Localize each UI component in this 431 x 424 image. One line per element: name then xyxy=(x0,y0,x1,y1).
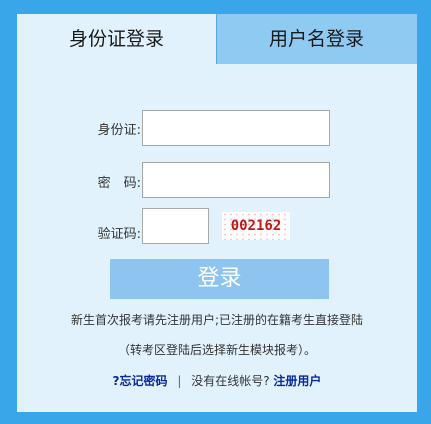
password-label: 密 码: xyxy=(97,176,141,191)
forgot-password-link[interactable]: ?忘记密码 xyxy=(113,374,168,388)
captcha-text: 002162 xyxy=(230,218,282,234)
link-separator: | xyxy=(177,374,182,388)
no-account-text: 没有在线帐号? xyxy=(191,374,270,388)
captcha-input[interactable] xyxy=(142,208,209,244)
id-number-input[interactable] xyxy=(142,110,330,146)
id-label: 身份证: xyxy=(97,123,141,138)
captcha-label: 验证码: xyxy=(97,227,141,242)
tab-divider xyxy=(216,14,217,64)
register-note: 新生首次报考请先注册用户;已注册的在籍考生直接登陆 xyxy=(70,313,364,327)
tab-id-login[interactable]: 身份证登录 xyxy=(17,14,216,64)
captcha-image[interactable]: 002162 xyxy=(222,212,290,240)
footer-links: ?忘记密码 | 没有在线帐号? 注册用户 xyxy=(17,372,417,389)
tab-username-login[interactable]: 用户名登录 xyxy=(216,14,417,64)
register-link[interactable]: 注册用户 xyxy=(273,374,321,388)
password-input[interactable] xyxy=(142,162,330,198)
transfer-note: （转考区登陆后选择新生模块报考）。 xyxy=(117,343,316,357)
login-button[interactable]: 登录 xyxy=(110,259,329,299)
